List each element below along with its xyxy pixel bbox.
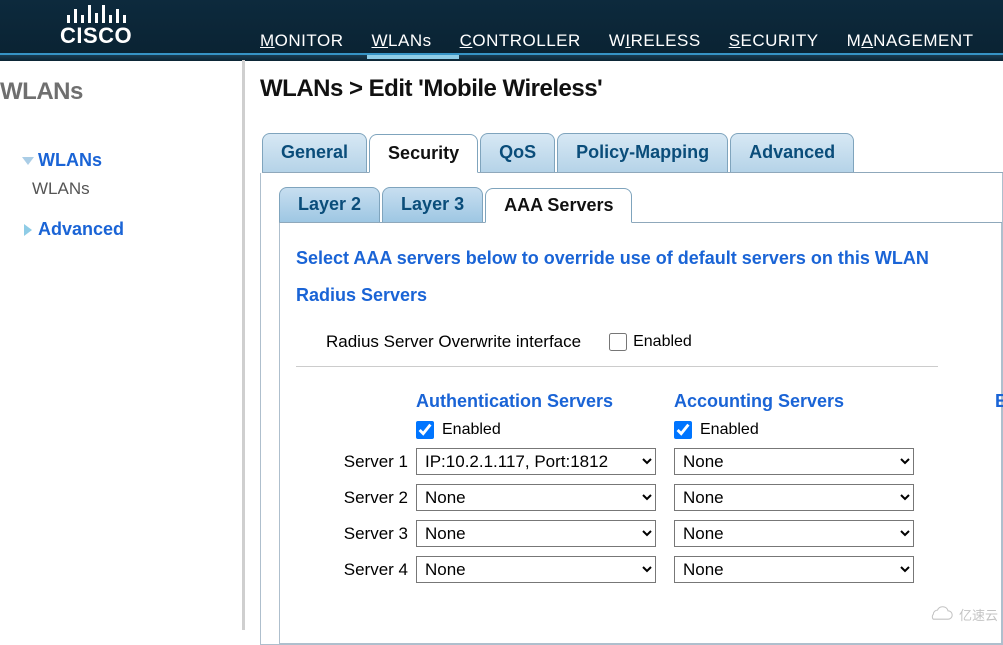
acct-enabled-text: Enabled bbox=[700, 421, 759, 439]
sub-tabs: Layer 2 Layer 3 AAA Servers bbox=[279, 187, 1002, 223]
nav-security[interactable]: SECURITY bbox=[729, 31, 819, 51]
server2-auth-select[interactable]: None bbox=[416, 484, 656, 511]
nav-monitor[interactable]: MONITOR bbox=[260, 31, 343, 51]
main-content: WLANs > Edit 'Mobile Wireless' General S… bbox=[260, 75, 1003, 627]
chevron-right-icon bbox=[24, 224, 32, 236]
sidebar-item-wlans[interactable]: WLANs bbox=[0, 146, 242, 175]
content-outer: Layer 2 Layer 3 AAA Servers Select AAA s… bbox=[260, 173, 1003, 645]
overwrite-row: Radius Server Overwrite interface Enable… bbox=[296, 322, 938, 367]
tab-qos[interactable]: QoS bbox=[480, 133, 555, 172]
chevron-down-icon bbox=[22, 157, 34, 165]
auth-enabled-checkbox[interactable] bbox=[416, 421, 434, 439]
server3-label: Server 3 bbox=[296, 524, 408, 544]
radius-title: Radius Servers bbox=[296, 285, 985, 306]
acct-enabled-checkbox[interactable] bbox=[674, 421, 692, 439]
server4-acct-select[interactable]: None bbox=[674, 556, 914, 583]
nav-active-indicator bbox=[367, 55, 459, 59]
server4-label: Server 4 bbox=[296, 560, 408, 580]
nav-wireless[interactable]: WIRELESS bbox=[609, 31, 701, 51]
server4-auth-select[interactable]: None bbox=[416, 556, 656, 583]
sidebar-item-wlans-sub[interactable]: WLANs bbox=[0, 175, 242, 203]
server1-acct-select[interactable]: None bbox=[674, 448, 914, 475]
nav-management[interactable]: MANAGEMENT bbox=[847, 31, 974, 51]
nav-controller[interactable]: CONTROLLER bbox=[460, 31, 581, 51]
overwrite-checkbox[interactable] bbox=[609, 333, 627, 351]
tab-advanced[interactable]: Advanced bbox=[730, 133, 854, 172]
nav-wlans[interactable]: WLANs bbox=[371, 31, 431, 51]
server1-auth-select[interactable]: IP:10.2.1.117, Port:1812 bbox=[416, 448, 656, 475]
sidebar-title: WLANs bbox=[0, 78, 242, 106]
overwrite-label: Radius Server Overwrite interface bbox=[326, 332, 581, 352]
server2-acct-select[interactable]: None bbox=[674, 484, 914, 511]
col-acct: Accounting Servers bbox=[674, 391, 924, 412]
overwrite-enabled-text: Enabled bbox=[633, 333, 692, 351]
eap-row2: E bbox=[932, 421, 1003, 439]
subtab-layer2[interactable]: Layer 2 bbox=[279, 187, 380, 222]
server2-label: Server 2 bbox=[296, 488, 408, 508]
page-title: WLANs > Edit 'Mobile Wireless' bbox=[260, 75, 1003, 103]
server3-acct-select[interactable]: None bbox=[674, 520, 914, 547]
server1-label: Server 1 bbox=[296, 452, 408, 472]
server-grid: Authentication Servers Accounting Server… bbox=[296, 367, 985, 583]
tab-policy-mapping[interactable]: Policy-Mapping bbox=[557, 133, 728, 172]
subtab-aaa[interactable]: AAA Servers bbox=[485, 188, 632, 223]
col-auth: Authentication Servers bbox=[416, 391, 666, 412]
aaa-panel: Select AAA servers below to override use… bbox=[279, 223, 1002, 644]
tab-security[interactable]: Security bbox=[369, 134, 478, 173]
top-header: CISCO MONITOR WLANs CONTROLLER WIRELESS … bbox=[0, 0, 1003, 55]
col-eap: EAP bbox=[932, 391, 1003, 412]
aaa-intro: Select AAA servers below to override use… bbox=[296, 248, 985, 269]
subtab-layer3[interactable]: Layer 3 bbox=[382, 187, 483, 222]
auth-enabled-text: Enabled bbox=[442, 421, 501, 439]
watermark: 亿速云 bbox=[927, 605, 998, 624]
server3-auth-select[interactable]: None bbox=[416, 520, 656, 547]
tab-general[interactable]: General bbox=[262, 133, 367, 172]
cisco-logo: CISCO bbox=[60, 3, 132, 47]
main-tabs: General Security QoS Policy-Mapping Adva… bbox=[262, 133, 1003, 173]
sidebar-item-advanced[interactable]: Advanced bbox=[0, 215, 242, 244]
cloud-icon bbox=[927, 606, 955, 624]
sidebar: WLANs WLANs WLANs Advanced bbox=[0, 60, 245, 630]
top-nav: MONITOR WLANs CONTROLLER WIRELESS SECURI… bbox=[260, 31, 974, 51]
